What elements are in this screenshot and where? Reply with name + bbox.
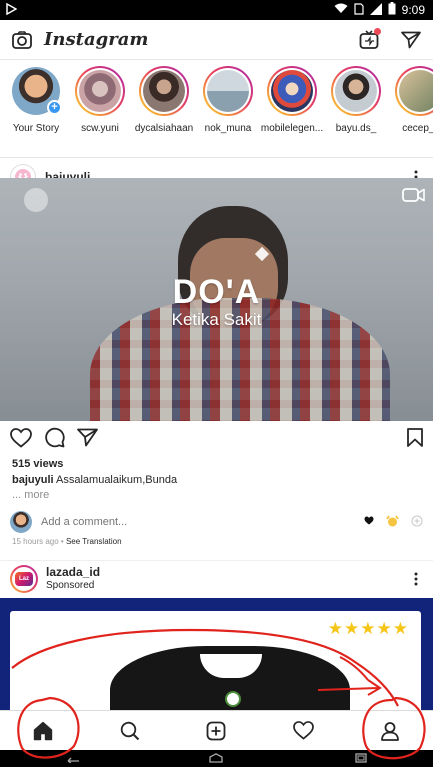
story-name: Your Story [12, 123, 60, 134]
see-translation-link[interactable]: See Translation [66, 537, 122, 546]
story-item-mobilelegends[interactable]: mobilelegen... [260, 66, 324, 157]
story-item-nok-muna[interactable]: nok_muna [196, 66, 260, 157]
video-camera-icon [402, 187, 426, 208]
story-name: mobilelegen... [260, 123, 324, 134]
home-icon[interactable] [23, 713, 63, 749]
caption-more-link[interactable]: ... more [12, 489, 49, 501]
story-name: nok_muna [204, 123, 252, 134]
ad-post-header: Laz lazada_id Sponsored [0, 560, 433, 596]
post-caption: bajuyuli Assalamualaikum,Bunda [12, 474, 177, 486]
add-emoji-icon[interactable] [411, 515, 423, 530]
avatar [79, 70, 121, 112]
story-item-dycalsiahaan[interactable]: dycalsiahaan [132, 66, 196, 157]
video-overlay-subtitle: Ketika Sakit [171, 310, 262, 329]
story-item-scw-yuni[interactable]: scw.yuni [68, 66, 132, 157]
comment-input[interactable] [41, 516, 161, 528]
view-count[interactable]: 515 views [12, 458, 63, 470]
sponsored-label: Sponsored [46, 579, 95, 591]
post-actions [0, 427, 433, 453]
app-logo: Instagram [44, 29, 149, 50]
lazada-logo: Laz [15, 571, 33, 586]
story-name: cecep_r [402, 123, 433, 134]
avatar [207, 70, 249, 112]
bottom-nav [0, 710, 433, 750]
jersey-image [110, 646, 350, 710]
add-story-plus-icon[interactable]: + [47, 100, 62, 115]
ad-image[interactable]: ★★★★★ [0, 598, 433, 710]
avatar [335, 70, 377, 112]
post-timestamp: 15 hours ago • See Translation [12, 537, 122, 546]
app-screen: Instagram + Your Story scw.yuni dycalsia… [0, 20, 433, 750]
add-comment-row [0, 509, 433, 535]
story-name: scw.yuni [81, 123, 119, 134]
bookmark-icon[interactable] [407, 428, 423, 452]
story-item-bayu-ds[interactable]: bayu.ds_ [324, 66, 388, 157]
story-avatar-ring [203, 66, 253, 116]
ad-username[interactable]: lazada_id [46, 565, 100, 579]
story-name: bayu.ds_ [335, 123, 377, 134]
story-avatar-ring [139, 66, 189, 116]
ad-options-icon[interactable] [409, 572, 423, 586]
story-item-your-story[interactable]: + Your Story [4, 66, 68, 157]
activity-heart-icon[interactable] [283, 713, 323, 749]
avatar [271, 70, 313, 112]
home-button-icon[interactable] [208, 750, 224, 767]
stories-tray[interactable]: + Your Story scw.yuni dycalsiahaan nok_m… [0, 60, 433, 158]
avatar [10, 511, 32, 533]
top-bar: Instagram [0, 20, 433, 60]
story-avatar-ring [395, 66, 433, 116]
direct-message-icon[interactable] [399, 28, 423, 52]
story-name: dycalsiahaan [134, 123, 194, 134]
status-bar: 9:09 [0, 0, 433, 20]
caption-text: Assalamualaikum,Bunda [56, 474, 178, 486]
story-avatar-ring [331, 66, 381, 116]
like-heart-icon[interactable] [10, 427, 32, 453]
camera-icon[interactable] [10, 28, 34, 52]
jersey-badge-icon [225, 691, 241, 707]
story-avatar-ring [267, 66, 317, 116]
heart-emoji-icon[interactable] [364, 516, 374, 528]
recent-apps-icon[interactable] [353, 750, 369, 767]
status-time: 9:09 [401, 3, 425, 17]
avatar [399, 70, 433, 112]
share-icon[interactable] [77, 428, 98, 452]
system-nav-bar [0, 750, 433, 767]
rating-stars: ★★★★★ [327, 619, 409, 638]
no-sim-icon [354, 2, 364, 18]
wifi-icon [334, 3, 348, 17]
search-icon[interactable] [110, 713, 150, 749]
igtv-icon[interactable] [357, 27, 381, 52]
play-store-notification-icon [6, 2, 18, 18]
avatar [143, 70, 185, 112]
battery-icon [388, 2, 396, 18]
post-video[interactable]: DO'A Ketika Sakit [0, 178, 433, 421]
story-avatar-ring [75, 66, 125, 116]
story-item-cecep-r[interactable]: cecep_r [388, 66, 433, 157]
signal-icon [369, 2, 382, 18]
story-avatar-ring: + [11, 66, 62, 116]
comment-icon[interactable] [44, 427, 65, 453]
video-overlay-title: DO'A [172, 273, 261, 311]
notification-dot [374, 27, 381, 35]
raised-hands-emoji-icon[interactable] [386, 514, 399, 530]
profile-icon[interactable] [370, 713, 410, 749]
ad-product-card: ★★★★★ [10, 611, 421, 710]
ad-author-avatar[interactable]: Laz [10, 564, 38, 593]
back-icon[interactable] [64, 750, 80, 767]
new-post-icon[interactable] [196, 713, 236, 749]
caption-username[interactable]: bajuyuli [12, 474, 54, 486]
